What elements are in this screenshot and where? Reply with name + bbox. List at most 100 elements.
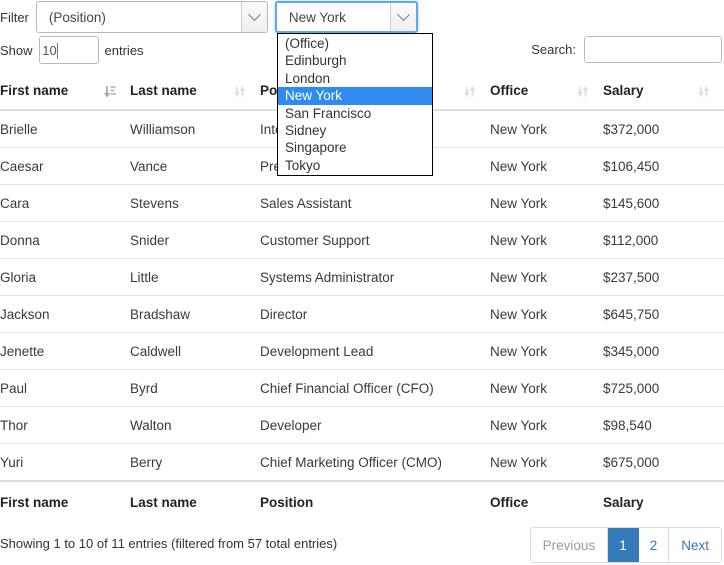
- cell-last: Snider: [130, 221, 260, 259]
- footer-column-salary: Salary: [603, 480, 724, 520]
- cell-last: Williamson: [130, 110, 260, 148]
- cell-position: Customer Support: [260, 221, 490, 259]
- office-option[interactable]: Singapore: [278, 139, 432, 156]
- cell-office: New York: [490, 184, 603, 222]
- office-filter-dropdown-list[interactable]: (Office) Edinburgh London New York San Franc…: [277, 33, 433, 177]
- cell-salary: $345,000: [603, 332, 724, 370]
- office-option[interactable]: Tokyo: [278, 157, 432, 174]
- pagination-button-next[interactable]: Next: [669, 528, 721, 562]
- table-row[interactable]: Jenette Caldwell Development Lead New York $…: [0, 332, 724, 370]
- office-filter-value: New York: [288, 9, 346, 25]
- cell-position: Chief Financial Officer (CFO): [260, 369, 490, 407]
- cell-salary: $98,540: [603, 406, 724, 444]
- cell-last: Berry: [130, 443, 260, 482]
- office-option[interactable]: Sidney: [278, 122, 432, 139]
- pagination[interactable]: Previous 1 2 Next: [529, 527, 722, 563]
- pagination-button-1[interactable]: 1: [608, 528, 639, 562]
- cell-office: New York: [490, 406, 603, 444]
- cell-position: Director: [260, 295, 490, 333]
- cell-salary: $675,000: [603, 443, 724, 482]
- column-header-office[interactable]: Office: [490, 78, 603, 111]
- cell-office: New York: [490, 295, 603, 333]
- table-row[interactable]: Cara Stevens Sales Assistant New York $145,6…: [0, 184, 724, 222]
- cell-last: Walton: [130, 406, 260, 444]
- entries-label: entries: [104, 42, 144, 58]
- table-row[interactable]: Gloria Little Systems Administrator New Yor…: [0, 258, 724, 296]
- table-footer: First name Last name Position Office Salary: [0, 480, 724, 520]
- cell-last: Bradshaw: [130, 295, 260, 333]
- table-row[interactable]: Yuri Berry Chief Marketing Officer (CMO) Ne…: [0, 443, 724, 482]
- cell-last: Little: [130, 258, 260, 296]
- cell-first: Cara: [0, 184, 130, 222]
- cell-first: Caesar: [0, 147, 130, 185]
- cell-position: Sales Assistant: [260, 184, 490, 222]
- office-filter-select[interactable]: New York: [274, 1, 418, 33]
- column-header-salary[interactable]: Salary: [603, 78, 724, 111]
- cell-last: Byrd: [130, 369, 260, 407]
- page-length-select[interactable]: 10: [38, 36, 99, 64]
- cell-salary: $372,000: [603, 110, 724, 148]
- footer-column-position: Position: [260, 480, 490, 520]
- chevron-down-icon[interactable]: [389, 3, 416, 31]
- column-header-first-name[interactable]: First name: [0, 78, 130, 111]
- chevron-down-icon[interactable]: [56, 42, 77, 59]
- filter-bar: Filter (Position) New York: [0, 0, 418, 34]
- length-control: Show 10 entries: [0, 36, 144, 64]
- cell-office: New York: [490, 221, 603, 259]
- cell-salary: $725,000: [603, 369, 724, 407]
- table-row[interactable]: Donna Snider Customer Support New York $112,…: [0, 221, 724, 259]
- table-row[interactable]: Thor Walton Developer New York $98,540: [0, 406, 724, 444]
- cell-first: Paul: [0, 369, 130, 407]
- cell-position: Developer: [260, 406, 490, 444]
- cell-office: New York: [490, 369, 603, 407]
- cell-first: Jackson: [0, 295, 130, 333]
- table-row[interactable]: Jackson Bradshaw Director New York $645,750: [0, 295, 724, 333]
- footer-column-last-name: Last name: [130, 480, 260, 520]
- table-footer-row: First name Last name Position Office Salary: [0, 480, 724, 520]
- cell-salary: $645,750: [603, 295, 724, 333]
- cell-position: Development Lead: [260, 332, 490, 370]
- table-info: Showing 1 to 10 of 11 entries (filtered …: [0, 536, 338, 551]
- sort-both-icon[interactable]: [698, 85, 710, 98]
- position-filter-value: (Position): [48, 9, 106, 25]
- cell-office: New York: [490, 147, 603, 185]
- column-header-last-name[interactable]: Last name: [130, 78, 260, 111]
- column-header-label: Office: [490, 83, 529, 98]
- cell-salary: $106,450: [603, 147, 724, 185]
- column-header-label: First name: [0, 83, 69, 98]
- cell-first: Thor: [0, 406, 130, 444]
- office-option[interactable]: London: [278, 70, 432, 87]
- office-option[interactable]: Edinburgh: [278, 52, 432, 69]
- pagination-button-previous: Previous: [530, 528, 609, 562]
- sort-both-icon[interactable]: [234, 85, 246, 98]
- cell-office: New York: [490, 332, 603, 370]
- cell-first: Gloria: [0, 258, 130, 296]
- cell-position: Systems Administrator: [260, 258, 490, 296]
- office-option[interactable]: New York: [278, 87, 432, 105]
- sort-asc-icon[interactable]: [104, 85, 116, 98]
- sort-both-icon[interactable]: [577, 85, 589, 98]
- position-filter-select[interactable]: (Position): [35, 1, 268, 33]
- chevron-down-icon[interactable]: [240, 2, 267, 32]
- cell-office: New York: [490, 110, 603, 148]
- cell-last: Stevens: [130, 184, 260, 222]
- show-label: Show: [0, 42, 33, 58]
- cell-salary: $145,600: [603, 184, 724, 222]
- cell-first: Yuri: [0, 443, 130, 482]
- cell-first: Jenette: [0, 332, 130, 370]
- search-input[interactable]: [584, 36, 722, 63]
- column-header-label: Salary: [603, 83, 644, 98]
- cell-office: New York: [490, 258, 603, 296]
- cell-salary: $112,000: [603, 221, 724, 259]
- sort-both-icon[interactable]: [464, 85, 476, 98]
- table-row[interactable]: Paul Byrd Chief Financial Officer (CFO) New…: [0, 369, 724, 407]
- filter-label: Filter: [0, 9, 29, 25]
- search-control: Search:: [531, 36, 722, 63]
- office-option[interactable]: San Francisco: [278, 105, 432, 122]
- office-option[interactable]: (Office): [278, 35, 432, 52]
- page-length-value: 10: [42, 42, 57, 58]
- cell-first: Donna: [0, 221, 130, 259]
- cell-last: Caldwell: [130, 332, 260, 370]
- pagination-button-2[interactable]: 2: [638, 528, 670, 562]
- cell-position: Chief Marketing Officer (CMO): [260, 443, 490, 482]
